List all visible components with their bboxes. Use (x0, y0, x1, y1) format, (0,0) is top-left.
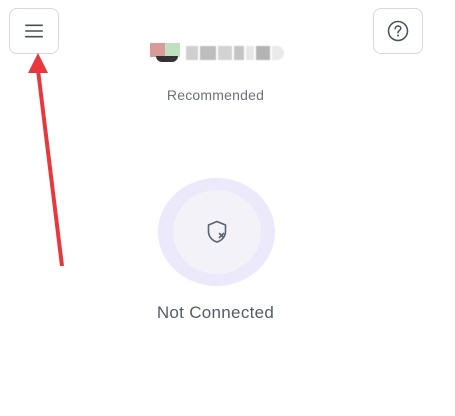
location-selector[interactable] (150, 42, 284, 64)
vpn-home-screen: Recommended Not Connected (0, 0, 455, 416)
location-name-redacted (186, 46, 284, 60)
menu-button[interactable] (9, 8, 59, 54)
hamburger-menu-icon (25, 24, 43, 38)
connect-button-inner (172, 190, 261, 274)
connection-status: Not Connected (156, 303, 275, 322)
location-subtitle: Recommended (166, 87, 265, 103)
shield-off-icon (207, 220, 226, 243)
connect-button[interactable] (158, 178, 275, 286)
question-circle-icon (387, 20, 409, 42)
country-flag-icon (150, 43, 180, 63)
help-button[interactable] (373, 8, 423, 54)
